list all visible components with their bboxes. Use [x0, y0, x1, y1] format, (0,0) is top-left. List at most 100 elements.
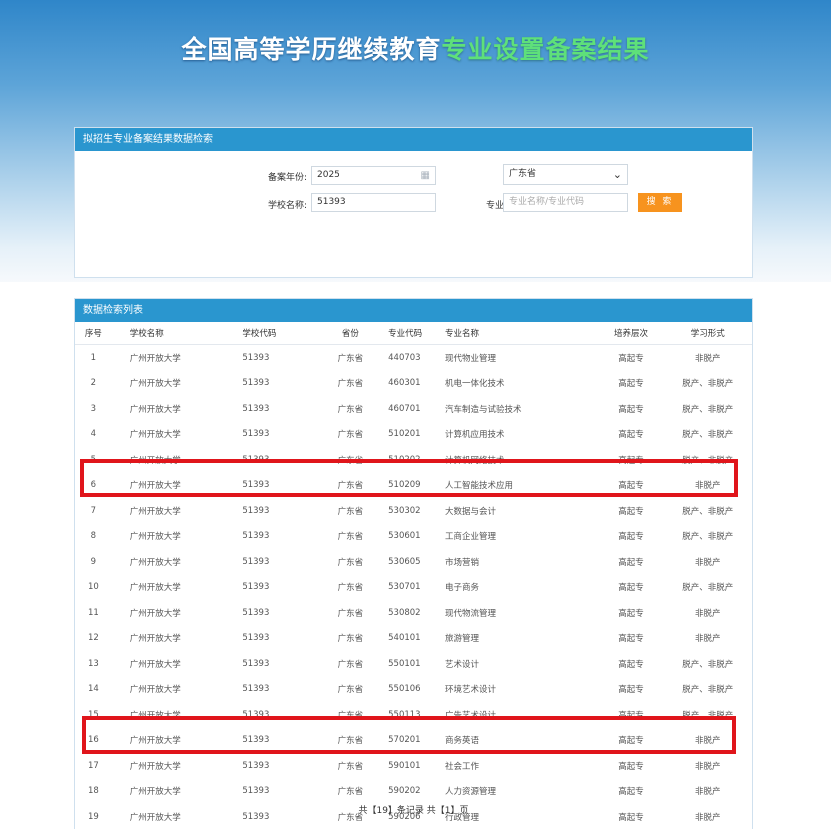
cell-school-code: 51393: [242, 352, 270, 363]
cell-study-mode: 脱产、非脱产: [682, 506, 734, 517]
page-title-part2: 专业设置备案结果: [441, 35, 650, 64]
cell-school-code: 51393: [242, 556, 270, 567]
cell-major-code: 530605: [388, 556, 421, 567]
cell-school-code: 51393: [242, 582, 270, 593]
table-row: 11 广州开放大学 51393 广东省 530802 现代物流管理 高起专 非脱产: [75, 600, 752, 626]
cell-major-code: 460301: [388, 378, 421, 389]
cell-level: 高起专: [618, 761, 644, 772]
table-row: 2 广州开放大学 51393 广东省 460301 机电一体化技术 高起专 脱产、非脱产: [75, 371, 752, 397]
table-row: 14 广州开放大学 51393 广东省 550106 环境艺术设计 高起专 脱产、非脱产: [75, 677, 752, 703]
cell-seq: 11: [87, 607, 99, 618]
cell-seq: 3: [90, 403, 97, 414]
cell-study-mode: 脱产、非脱产: [682, 404, 734, 415]
cell-school-name: 广州开放大学: [129, 557, 181, 568]
year-label: 备案年份:: [267, 173, 307, 183]
year-value: 2025: [317, 170, 340, 180]
table-row: 7 广州开放大学 51393 广东省 530302 大数据与会计 高起专 脱产、非脱产: [75, 498, 752, 524]
cell-major-code: 440703: [388, 352, 421, 363]
cell-study-mode: 脱产、非脱产: [682, 659, 734, 670]
cell-school-name: 广州开放大学: [129, 404, 181, 415]
cell-school-code: 51393: [242, 607, 270, 618]
cell-seq: 14: [87, 684, 99, 695]
search-panel-title: 拟招生专业备案结果数据检索: [75, 128, 752, 151]
calendar-icon[interactable]: ▦: [421, 167, 430, 184]
col-header-province: 省份: [320, 322, 381, 345]
cell-study-mode: 脱产、非脱产: [682, 379, 734, 390]
cell-study-mode: 非脱产: [695, 634, 721, 645]
col-header-seq: 序号: [75, 322, 112, 345]
cell-level: 高起专: [618, 353, 644, 364]
cell-school-name: 广州开放大学: [129, 685, 181, 696]
cell-seq: 10: [87, 582, 99, 593]
cell-seq: 7: [90, 505, 97, 516]
cell-seq: 2: [90, 378, 97, 389]
table-row: 18 广州开放大学 51393 广东省 590202 人力资源管理 高起专 非脱产: [75, 779, 752, 805]
search-panel: 拟招生专业备案结果数据检索 备案年份: 2025 ▦ 省份: 广东省 ⌄ 学校名…: [74, 127, 753, 278]
cell-major-code: 510201: [388, 429, 421, 440]
cell-major-code: 530302: [388, 505, 421, 516]
cell-school-code: 51393: [242, 658, 270, 669]
cell-province: 广东省: [337, 557, 364, 568]
cell-study-mode: 非脱产: [695, 787, 721, 798]
cell-seq: 17: [87, 760, 99, 771]
cell-level: 高起专: [618, 379, 644, 390]
cell-school-name: 广州开放大学: [129, 659, 181, 670]
cell-major-code: 460701: [388, 403, 421, 414]
cell-school-code: 51393: [242, 633, 270, 644]
school-value: 51393: [317, 197, 346, 207]
table-row: 10 广州开放大学 51393 广东省 530701 电子商务 高起专 脱产、非脱产: [75, 575, 752, 601]
cell-level: 高起专: [618, 583, 644, 594]
cell-major-name: 市场营销: [444, 557, 479, 568]
cell-study-mode: 非脱产: [695, 608, 721, 619]
search-button[interactable]: 搜 索: [638, 193, 682, 212]
col-header-major-code: 专业代码: [380, 322, 444, 345]
cell-school-name: 广州开放大学: [129, 430, 181, 441]
cell-school-name: 广州开放大学: [129, 583, 181, 594]
highlight-box-row-17: [82, 716, 736, 754]
table-row: 1 广州开放大学 51393 广东省 440703 现代物业管理 高起专 非脱产: [75, 345, 752, 371]
cell-school-name: 广州开放大学: [129, 353, 181, 364]
province-select[interactable]: 广东省 ⌄: [503, 164, 628, 185]
chevron-down-icon[interactable]: ⌄: [613, 165, 622, 184]
province-value: 广东省: [509, 169, 537, 179]
cell-school-name: 广州开放大学: [129, 608, 181, 619]
cell-school-name: 广州开放大学: [129, 761, 181, 772]
cell-level: 高起专: [618, 608, 644, 619]
col-header-school-code: 学校代码: [224, 322, 321, 345]
cell-major-name: 机电一体化技术: [444, 379, 505, 390]
cell-major-code: 530601: [388, 531, 421, 542]
cell-major-code: 550106: [388, 684, 421, 695]
cell-province: 广东省: [337, 608, 364, 619]
major-field[interactable]: 专业名称/专业代码: [503, 193, 628, 212]
table-header-row: 序号 学校名称 学校代码 省份 专业代码 专业名称 培养层次 学习形式: [75, 322, 752, 345]
major-placeholder: 专业名称/专业代码: [509, 197, 585, 207]
cell-province: 广东省: [337, 659, 364, 670]
cell-school-code: 51393: [242, 531, 270, 542]
cell-seq: 1: [90, 352, 97, 363]
cell-seq: 18: [87, 786, 99, 797]
cell-study-mode: 脱产、非脱产: [682, 430, 734, 441]
cell-province: 广东省: [337, 430, 364, 441]
col-header-study-mode: 学习形式: [663, 322, 752, 345]
cell-seq: 8: [90, 531, 97, 542]
cell-province: 广东省: [337, 353, 364, 364]
cell-study-mode: 非脱产: [695, 353, 721, 364]
cell-level: 高起专: [618, 659, 644, 670]
cell-major-code: 590202: [388, 786, 421, 797]
cell-province: 广东省: [337, 761, 364, 772]
cell-level: 高起专: [618, 430, 644, 441]
result-panel-title: 数据检索列表: [75, 299, 752, 322]
cell-major-code: 530701: [388, 582, 421, 593]
cell-school-code: 51393: [242, 760, 270, 771]
school-field[interactable]: 51393: [311, 193, 436, 212]
cell-school-code: 51393: [242, 505, 270, 516]
cell-major-name: 计算机应用技术: [444, 430, 505, 441]
table-row: 17 广州开放大学 51393 广东省 590101 社会工作 高起专 非脱产: [75, 753, 752, 779]
cell-school-name: 广州开放大学: [129, 787, 181, 798]
year-field[interactable]: 2025 ▦: [311, 166, 436, 185]
cell-level: 高起专: [618, 787, 644, 798]
cell-school-name: 广州开放大学: [129, 506, 181, 517]
cell-major-name: 工商企业管理: [444, 532, 496, 543]
cell-province: 广东省: [337, 379, 364, 390]
cell-school-code: 51393: [242, 378, 270, 389]
